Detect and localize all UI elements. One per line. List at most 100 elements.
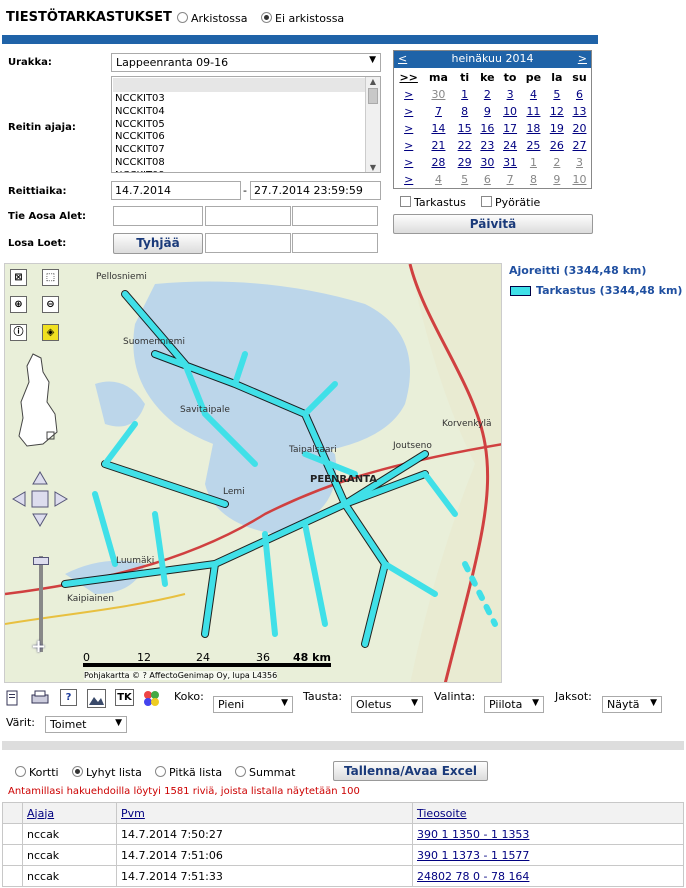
calendar-day[interactable]: 29	[454, 154, 476, 171]
calendar-day[interactable]: 30	[423, 86, 453, 103]
table-cell[interactable]: 390 1 1373 - 1 1577	[412, 844, 684, 866]
radio-icon[interactable]	[261, 12, 272, 23]
calendar-day[interactable]: 7	[423, 103, 453, 120]
zoom-extent-icon[interactable]: ⊠	[10, 269, 27, 286]
calendar-day[interactable]: 9	[546, 171, 568, 188]
calendar-week-select[interactable]: >	[394, 154, 423, 171]
archive-option-arkistossa[interactable]: Arkistossa	[177, 12, 247, 25]
column-header-pvm[interactable]: Pvm	[121, 807, 145, 820]
listbox-selected-blank[interactable]	[113, 78, 379, 92]
ajaja-option[interactable]: NCCKIT03	[115, 93, 380, 106]
calendar-day[interactable]: 17	[499, 120, 521, 137]
calendar-day[interactable]: 25	[521, 137, 545, 154]
landscape-icon[interactable]	[87, 689, 106, 708]
listbox-scrollbar[interactable]: ▲ ▼	[365, 77, 380, 172]
calendar-day[interactable]: 24	[499, 137, 521, 154]
calendar-day[interactable]: 7	[499, 171, 521, 188]
help-icon[interactable]: ?	[60, 689, 77, 706]
scroll-down-icon[interactable]: ▼	[366, 163, 380, 172]
calendar-day[interactable]: 23	[476, 137, 499, 154]
calendar-day[interactable]: 2	[546, 154, 568, 171]
google-icon[interactable]	[143, 690, 160, 707]
aosa-input[interactable]	[205, 206, 291, 226]
table-header-cell[interactable]: Tieosoite	[412, 802, 684, 824]
scroll-up-icon[interactable]: ▲	[366, 77, 380, 86]
time-end-input[interactable]: 27.7.2014 23:59:59	[250, 181, 381, 200]
zoom-plus-icon[interactable]: +	[31, 636, 46, 657]
calendar-day[interactable]: 3	[499, 86, 521, 103]
calendar-day[interactable]: 30	[476, 154, 499, 171]
calendar-day[interactable]: 13	[568, 103, 591, 120]
table-row[interactable]: nccak 14.7.2014 7:51:33 24802 78 0 - 78 …	[2, 865, 684, 887]
clear-button[interactable]: Tyhjää	[113, 233, 203, 254]
ajaja-option[interactable]: NCCKIT04	[115, 106, 380, 119]
table-row[interactable]: nccak 14.7.2014 7:51:06 390 1 1373 - 1 1…	[2, 844, 684, 866]
calendar-day[interactable]: 14	[423, 120, 453, 137]
printer-icon[interactable]	[31, 690, 49, 706]
ajaja-option[interactable]: NCCKIT07	[115, 144, 380, 157]
calendar-week-select[interactable]: >	[394, 86, 423, 103]
radio-icon[interactable]	[72, 766, 83, 777]
calendar-day[interactable]: 4	[521, 86, 545, 103]
calendar-week-nav[interactable]: >>	[394, 69, 423, 86]
calendar-day[interactable]: 8	[521, 171, 545, 188]
calendar-day[interactable]: 11	[521, 103, 545, 120]
table-header-cell[interactable]: Ajaja	[22, 802, 117, 824]
alet-input[interactable]	[292, 206, 378, 226]
route-map[interactable]: Pellosniemi Suomenniemi Savitaipale Taip…	[4, 263, 502, 683]
tieosoite-link[interactable]: 390 1 1350 - 1 1353	[417, 828, 529, 841]
list-option-lyhyt[interactable]: Lyhyt lista	[72, 766, 142, 779]
radio-icon[interactable]	[15, 766, 26, 777]
calendar-day[interactable]: 21	[423, 137, 453, 154]
calendar-day[interactable]: 12	[546, 103, 568, 120]
koko-select[interactable]: Pieni ▼	[213, 696, 293, 713]
calendar-day[interactable]: 20	[568, 120, 591, 137]
checkbox-icon[interactable]	[481, 196, 492, 207]
update-button[interactable]: Päivitä	[393, 214, 593, 234]
tk-button[interactable]: TK	[115, 689, 134, 706]
checkbox-icon[interactable]	[400, 196, 411, 207]
tie-input[interactable]	[113, 206, 203, 226]
archive-option-ei-arkistossa[interactable]: Ei arkistossa	[261, 12, 344, 25]
calendar-week-select[interactable]: >	[394, 120, 423, 137]
list-option-kortti[interactable]: Kortti	[15, 766, 59, 779]
print-icon[interactable]	[4, 690, 20, 706]
tarkastus-checkbox[interactable]: Tarkastus	[400, 196, 466, 209]
ajaja-listbox[interactable]: NCCKIT03 NCCKIT04 NCCKIT05 NCCKIT06 NCCKIT07…	[111, 76, 381, 173]
list-option-pitka[interactable]: Pitkä lista	[155, 766, 222, 779]
jaksot-select[interactable]: Näytä ▼	[602, 696, 662, 713]
tieosoite-link[interactable]: 24802 78 0 - 78 164	[417, 870, 529, 883]
table-cell[interactable]: 390 1 1350 - 1 1353	[412, 823, 684, 845]
radio-icon[interactable]	[177, 12, 188, 23]
valinta-select[interactable]: Piilota ▼	[484, 696, 544, 713]
calendar-day[interactable]: 1	[521, 154, 545, 171]
select-box-icon[interactable]: ⬚	[42, 269, 59, 286]
calendar-day[interactable]: 1	[454, 86, 476, 103]
calendar-week-select[interactable]: >	[394, 103, 423, 120]
tausta-select[interactable]: Oletus ▼	[351, 696, 423, 713]
calendar-week-select[interactable]: >	[394, 137, 423, 154]
tieosoite-link[interactable]: 390 1 1373 - 1 1577	[417, 849, 529, 862]
save-excel-button[interactable]: Tallenna/Avaa Excel	[333, 761, 488, 781]
radio-icon[interactable]	[235, 766, 246, 777]
list-option-summat[interactable]: Summat	[235, 766, 295, 779]
losa-input[interactable]	[205, 233, 291, 253]
calendar-day[interactable]: 2	[476, 86, 499, 103]
calendar-day[interactable]: 5	[546, 86, 568, 103]
info-icon[interactable]: ⓘ	[10, 324, 27, 341]
scroll-thumb[interactable]	[368, 88, 378, 104]
column-header-ajaja[interactable]: Ajaja	[27, 807, 54, 820]
urakka-select[interactable]: Lappeenranta 09-16 ▼	[111, 53, 381, 72]
calendar-day[interactable]: 5	[454, 171, 476, 188]
ajaja-option[interactable]: NCCKIT06	[115, 131, 380, 144]
zoom-in-icon[interactable]: ⊕	[10, 296, 27, 313]
calendar-day[interactable]: 31	[499, 154, 521, 171]
finland-overview-icon[interactable]	[13, 352, 61, 448]
calendar-day[interactable]: 6	[568, 86, 591, 103]
calendar-day[interactable]: 4	[423, 171, 453, 188]
ajaja-option[interactable]: NCCKIT08	[115, 157, 380, 170]
column-header-tieosoite[interactable]: Tieosoite	[417, 807, 467, 820]
calendar-day[interactable]: 19	[546, 120, 568, 137]
pan-icon[interactable]: ◈	[42, 324, 59, 341]
calendar-day[interactable]: 8	[454, 103, 476, 120]
